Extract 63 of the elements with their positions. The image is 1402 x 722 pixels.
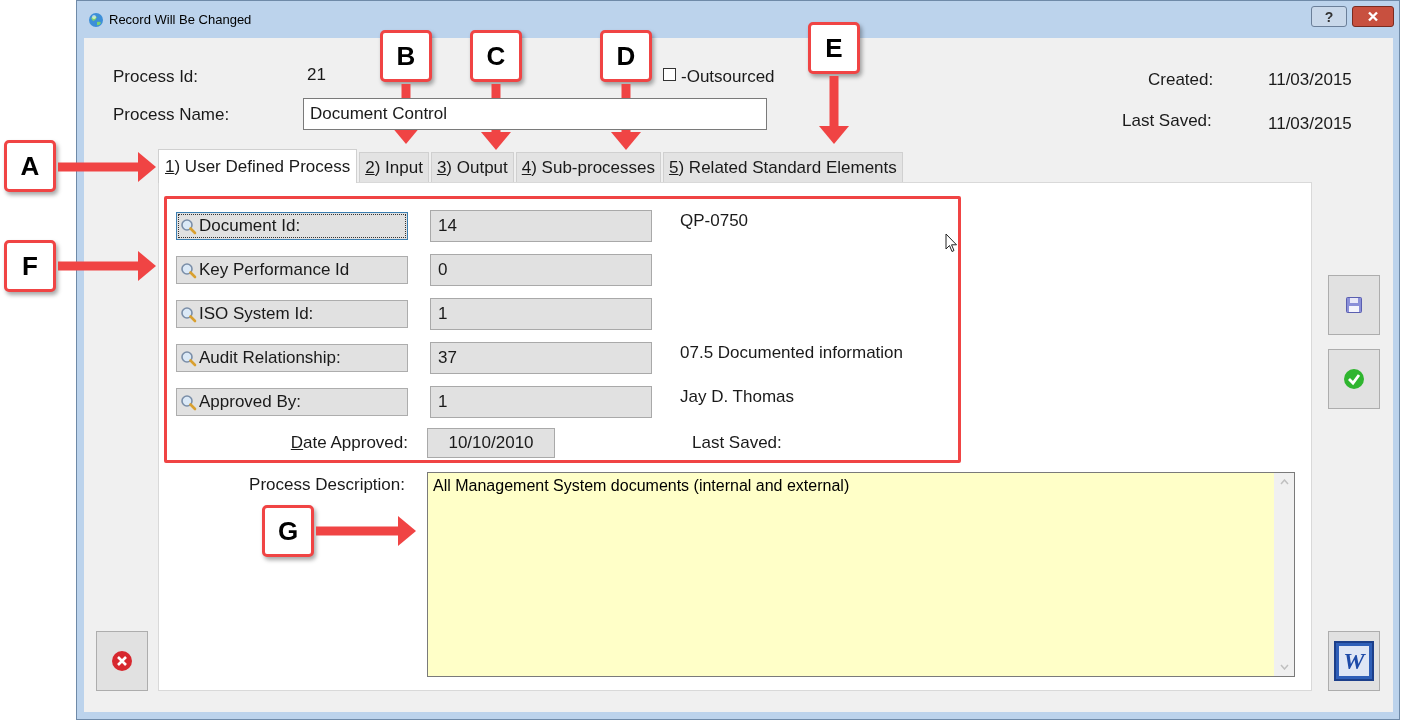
lookup-button[interactable]: Key Performance Id [176,256,408,284]
callout-arrow [819,76,849,144]
ok-button[interactable] [1328,349,1380,409]
process-name-field[interactable]: Document Control [303,98,767,130]
callout-label: E [808,22,860,74]
lookup-value-field: 1 [430,386,652,418]
process-id-value: 21 [307,64,326,86]
field-label: Process Name: [113,104,230,126]
scrollbar[interactable] [1274,473,1294,676]
tab[interactable]: 2) Input [359,152,429,182]
callout-label: G [262,505,314,557]
date-approved-field: 10/10/2010 [427,428,555,458]
callout-label: F [4,240,56,292]
tab[interactable]: 4) Sub-processes [515,152,661,182]
checkbox[interactable] [663,68,676,81]
lookup-value-field: 1 [430,298,652,330]
created-date: 11/03/2015 [1268,69,1352,91]
callout-label: C [470,30,522,82]
checkbox-label: -Outsourced [681,66,775,88]
help-button[interactable]: ? [1311,6,1347,27]
last-saved-date: 11/03/2015 [1268,113,1352,135]
close-icon [1367,11,1379,22]
field-label: Date Approved: [289,432,408,455]
search-icon [180,349,197,367]
lookup-value-field: 37 [430,342,652,374]
cancel-icon [111,650,133,672]
field-label: Created: [1148,69,1214,91]
lookup-button[interactable]: Audit Relationship: [176,344,408,372]
close-button[interactable] [1352,6,1394,27]
field-label: Last Saved: [692,432,782,455]
lookup-value-field: 14 [430,210,652,242]
cancel-button[interactable] [96,631,148,691]
tab[interactable]: 1) User Defined Process [158,149,358,183]
search-icon [180,261,197,279]
search-icon [180,217,197,235]
window-title: Record Will Be Changed [109,10,252,29]
search-icon [180,393,197,411]
callout-arrow [481,84,511,150]
lookup-value-field: 0 [430,254,652,286]
callout-arrow [611,84,641,150]
scroll-down-icon[interactable] [1279,664,1289,670]
check-icon [1343,368,1365,390]
lookup-button[interactable]: Approved By: [176,388,408,416]
globe-icon [88,11,104,28]
mouse-pointer-icon [945,233,958,253]
lookup-description: Jay D. Thomas [680,386,794,409]
callout-label: D [600,30,652,82]
field-label: Process Description: [248,474,405,496]
lookup-description: QP-0750 [680,210,749,233]
lookup-description: 07.5 Documented information [680,342,904,365]
description-field[interactable]: All Management System documents (internal and external) [427,472,1295,677]
callout-label: A [4,140,56,192]
scroll-up-icon[interactable] [1279,479,1289,485]
field-label: Last Saved: [1122,110,1212,132]
lookup-button[interactable]: Document Id: [176,212,408,240]
field-label: Process Id: [113,66,199,88]
lookup-button[interactable]: ISO System Id: [176,300,408,328]
search-icon [180,305,197,323]
save-button[interactable] [1328,275,1380,335]
word-export-button[interactable]: W [1328,631,1380,691]
callout-label: B [380,30,432,82]
tab[interactable]: 3) Output [430,152,514,182]
tab[interactable]: 5) Related Standard Elements [663,152,903,182]
